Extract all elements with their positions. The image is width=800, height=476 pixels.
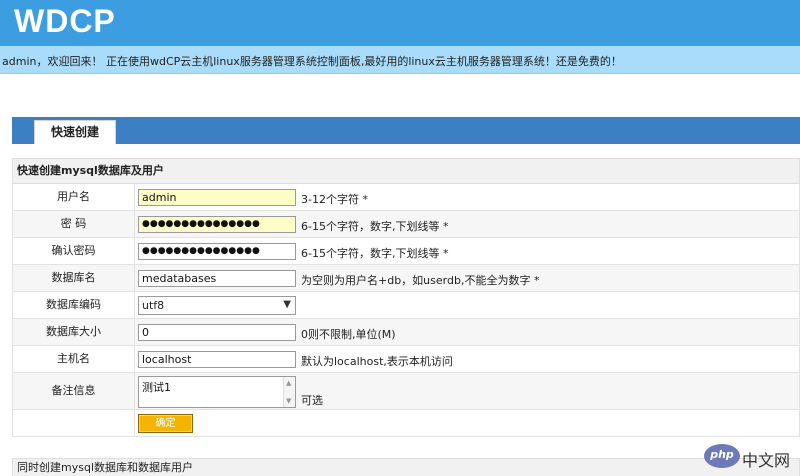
submit-button[interactable]: 确定: [138, 414, 193, 433]
app-header: WDCP: [0, 0, 800, 46]
password-hint: 6-15个字符，数字,下划线等 *: [301, 220, 449, 233]
notes-label: 备注信息: [13, 373, 135, 409]
db-charset-value: utf8: [142, 299, 165, 312]
db-charset-select[interactable]: utf8 ▼: [138, 296, 296, 315]
confirm-password-label: 确认密码: [13, 238, 135, 264]
form-row-password: 密 码 ●●●●●●●●●●●●●●● 6-15个字符，数字,下划线等 *: [12, 211, 800, 238]
form-row-submit: 确定: [12, 410, 800, 437]
db-charset-label: 数据库编码: [13, 292, 135, 318]
form-row-db-size: 数据库大小 0 0则不限制,单位(M): [12, 319, 800, 346]
create-db-form: 用户名 admin 3-12个字符 * 密 码 ●●●●●●●●●●●●●●● …: [12, 184, 800, 437]
panel-title: 快速创建mysql数据库及用户: [12, 158, 800, 184]
host-label: 主机名: [13, 346, 135, 372]
watermark-text: 中文网: [742, 451, 791, 470]
db-size-hint: 0则不限制,单位(M): [301, 328, 396, 341]
welcome-bar: admin，欢迎回来！ 正在使用wdCP云主机linux服务器管理系统控制面板,…: [0, 46, 800, 74]
username-label: 用户名: [13, 184, 135, 210]
password-label: 密 码: [13, 211, 135, 237]
notes-textarea[interactable]: 测试1 ▲ ▼: [138, 376, 296, 408]
username-input[interactable]: admin: [138, 189, 296, 206]
welcome-text: admin，欢迎回来！ 正在使用wdCP云主机linux服务器管理系统控制面板,…: [2, 55, 622, 68]
watermark: php 中文网: [704, 444, 794, 472]
db-name-input[interactable]: medatabases: [138, 270, 296, 287]
submit-label-cell: [13, 410, 135, 436]
host-input[interactable]: localhost: [138, 351, 296, 368]
app-logo[interactable]: WDCP: [14, 3, 116, 40]
db-name-hint: 为空则为用户名+db，如userdb,不能全为数字 *: [301, 274, 540, 287]
form-row-notes: 备注信息 测试1 ▲ ▼ 可选: [12, 373, 800, 410]
form-row-db-charset: 数据库编码 utf8 ▼: [12, 292, 800, 319]
host-hint: 默认为localhost,表示本机访问: [301, 355, 453, 368]
scroll-up-icon[interactable]: ▲: [286, 379, 291, 387]
db-size-label: 数据库大小: [13, 319, 135, 345]
chevron-down-icon: ▼: [283, 299, 291, 310]
tab-quick-create[interactable]: 快速创建: [34, 120, 116, 144]
textarea-scrollbar[interactable]: ▲ ▼: [283, 377, 295, 407]
db-name-label: 数据库名: [13, 265, 135, 291]
password-input[interactable]: ●●●●●●●●●●●●●●●: [138, 216, 296, 233]
php-logo-icon: php: [704, 444, 740, 468]
form-row-host: 主机名 localhost 默认为localhost,表示本机访问: [12, 346, 800, 373]
tab-bar: 快速创建: [12, 117, 800, 144]
notes-hint: 可选: [301, 394, 323, 407]
scroll-down-icon[interactable]: ▼: [286, 397, 291, 405]
db-size-input[interactable]: 0: [138, 324, 296, 341]
username-hint: 3-12个字符 *: [301, 193, 368, 206]
form-row-username: 用户名 admin 3-12个字符 *: [12, 184, 800, 211]
form-row-db-name: 数据库名 medatabases 为空则为用户名+db，如userdb,不能全为…: [12, 265, 800, 292]
panel-title-2: 同时创建mysql数据库和数据库用户: [12, 458, 800, 476]
form-row-confirm-password: 确认密码 ●●●●●●●●●●●●●●● 6-15个字符，数字,下划线等 *: [12, 238, 800, 265]
confirm-password-hint: 6-15个字符，数字,下划线等 *: [301, 247, 449, 260]
confirm-password-input[interactable]: ●●●●●●●●●●●●●●●: [138, 243, 296, 260]
notes-value: 测试1: [142, 381, 171, 394]
